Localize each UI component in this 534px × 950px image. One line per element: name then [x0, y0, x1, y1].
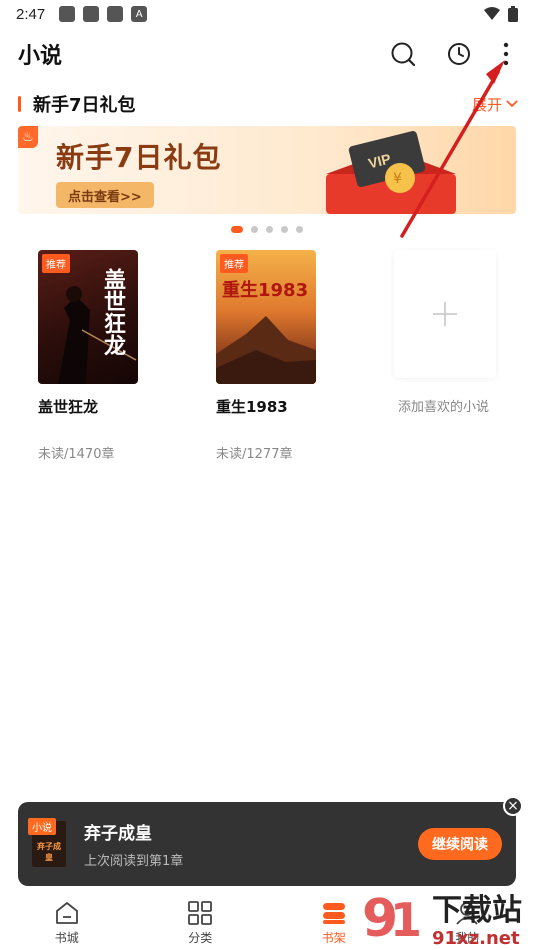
- chevron-down-icon: [506, 100, 518, 108]
- gift-section-header: 新手7日礼包 展开: [18, 92, 518, 116]
- recommended-tag: 推荐: [42, 254, 70, 273]
- book-cover[interactable]: 推荐 重生1983: [216, 250, 316, 384]
- book-progress: 未读/1277章: [216, 447, 293, 462]
- book-card[interactable]: 推荐 重生1983 重生1983 未读/1277章: [216, 250, 326, 462]
- recommended-tag: 推荐: [220, 254, 248, 273]
- status-time: 2:47: [16, 5, 46, 23]
- gift-section-title: 新手7日礼包: [33, 95, 136, 116]
- add-book-button[interactable]: [394, 250, 496, 378]
- svg-text:¥: ¥: [393, 171, 402, 187]
- watermark-text: 下载站: [432, 893, 522, 928]
- continue-reading-panel[interactable]: 弃子成皇 弃子成皇 上次阅读到第1章 继续阅读: [18, 802, 516, 886]
- add-book-label: 添加喜欢的小说: [398, 400, 490, 415]
- book-progress: 未读/1470章: [38, 447, 115, 462]
- tab-bookstore[interactable]: 书城: [0, 894, 134, 950]
- novel-tag: 小说: [28, 818, 56, 835]
- watermark-url: 91xz.net: [432, 928, 520, 949]
- expand-label: 展开: [471, 95, 502, 114]
- battery-icon: [508, 6, 518, 22]
- app-bar: 小说: [0, 36, 534, 72]
- book-title: 盖世狂龙: [38, 398, 99, 416]
- tab-label: 分类: [188, 931, 213, 945]
- red-envelope-illustration: VIP ¥: [326, 131, 456, 214]
- section-accent-bar: [18, 96, 21, 112]
- history-icon[interactable]: [446, 41, 472, 67]
- continue-reading-button[interactable]: 继续阅读: [418, 828, 502, 860]
- carousel-dot[interactable]: [231, 226, 243, 233]
- continue-book-subtitle: 上次阅读到第1章: [84, 854, 184, 869]
- carousel-dot[interactable]: [296, 226, 303, 233]
- notification-icon: [59, 6, 76, 22]
- continue-cover-text: 弃子成皇: [37, 842, 61, 862]
- banner-view-button[interactable]: 点击查看>>: [56, 182, 154, 208]
- tab-label: 书城: [54, 931, 79, 945]
- search-icon[interactable]: [390, 41, 416, 67]
- svg-text:1: 1: [390, 893, 422, 947]
- wifi-icon: [484, 7, 500, 20]
- page-title: 小说: [18, 44, 63, 69]
- carousel-dot[interactable]: [266, 226, 273, 233]
- continue-book-title: 弃子成皇: [84, 824, 152, 844]
- status-bar: 2:47 A: [0, 0, 534, 28]
- book-card[interactable]: 推荐 盖世狂龙 盖世狂龙 未读/1470章: [38, 250, 148, 462]
- book-cover-title: 盖世狂龙: [100, 268, 125, 356]
- carousel-dot[interactable]: [281, 226, 288, 233]
- plus-icon: [433, 302, 457, 326]
- book-title: 重生1983: [216, 398, 288, 416]
- fire-icon: ♨: [18, 126, 38, 148]
- app-notification-icon: [107, 6, 124, 22]
- tab-category[interactable]: 分类: [134, 894, 268, 950]
- gift-banner[interactable]: ♨ 新手7日礼包 点击查看>> VIP ¥: [18, 126, 516, 214]
- book-cover[interactable]: 推荐 盖世狂龙: [38, 250, 138, 384]
- settings-notification-icon: [83, 6, 100, 22]
- carousel-dot[interactable]: [251, 226, 258, 233]
- site-watermark: 9 1 下载站 91xz.net: [362, 889, 522, 949]
- book-cover-title: 重生1983: [222, 280, 309, 301]
- bookshelf-icon: [322, 903, 345, 924]
- tab-label: 书架: [321, 931, 346, 945]
- home-icon: [55, 902, 78, 924]
- font-notification-icon: A: [131, 6, 148, 22]
- grid-icon: [188, 901, 213, 925]
- banner-title: 新手7日礼包: [56, 141, 222, 174]
- expand-button[interactable]: 展开: [472, 94, 518, 115]
- more-menu-icon[interactable]: [502, 41, 510, 67]
- carousel-indicator: [0, 226, 534, 233]
- close-icon[interactable]: ×: [503, 796, 523, 816]
